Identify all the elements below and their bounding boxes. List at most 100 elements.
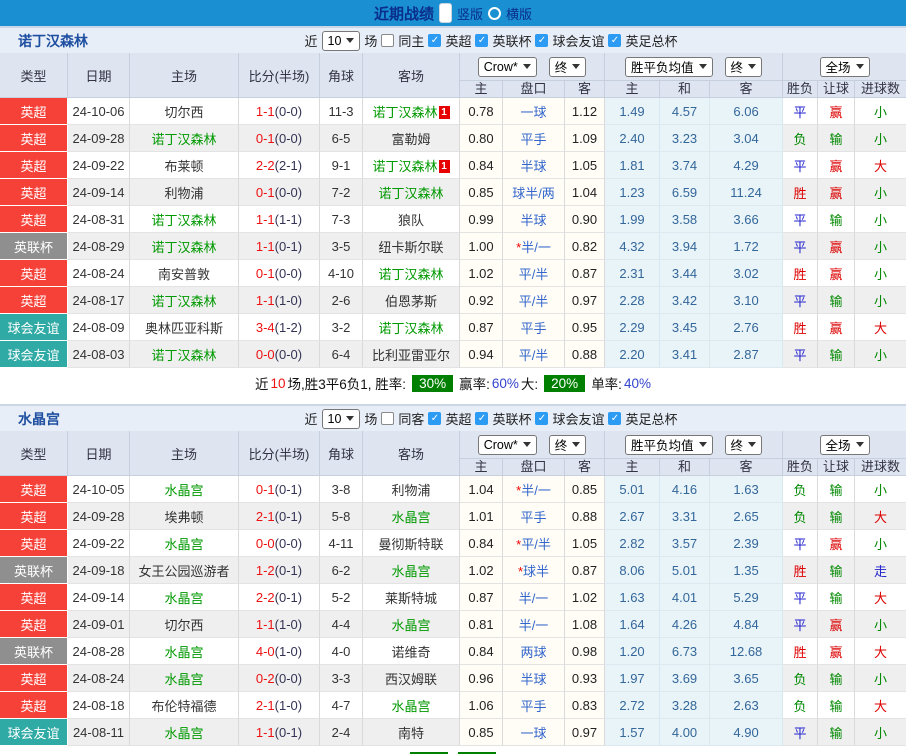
avg-draw-value: 3.58 [660, 206, 711, 233]
avg-select[interactable]: 胜平负均值 [625, 434, 713, 455]
avg-away-value: 12.68 [710, 638, 784, 665]
avg-draw-value: 5.01 [660, 557, 711, 584]
final-select[interactable]: 终 [548, 434, 587, 455]
league-checkbox-1[interactable]: ✓ [428, 412, 442, 425]
odds-home-value: 0.87 [460, 314, 503, 341]
team-name: 诺丁汉森林 [18, 32, 88, 49]
match-date: 24-08-24 [68, 260, 130, 287]
match-type-badge: 英超 [0, 260, 68, 287]
final-select-2-value: 终 [730, 439, 744, 453]
home-team: 诺丁汉森林 [130, 341, 239, 368]
page-title: 近期战绩 [373, 5, 434, 23]
fullmatch-select[interactable]: 全场 [819, 56, 870, 77]
fulltime-score: 2-2 [255, 157, 275, 173]
vertical-radio-label[interactable]: 竖版 [457, 4, 483, 23]
avg-select-value: 胜平负均值 [631, 439, 694, 453]
avg-home-value: 1.63 [605, 584, 661, 611]
odds-away-value: 1.02 [565, 584, 606, 611]
match-type-badge: 英联杯 [0, 233, 68, 260]
league-checkbox-1[interactable]: ✓ [428, 34, 442, 47]
avg-home-value: 1.81 [605, 152, 661, 179]
match-score: 2-1(0-1) [239, 503, 320, 530]
avg-away-value: 3.04 [710, 125, 784, 152]
avg-away-value: 3.66 [710, 206, 784, 233]
odds-home-value: 0.81 [460, 611, 503, 638]
same-venue-checkbox[interactable] [381, 34, 395, 47]
league-checkbox-3[interactable]: ✓ [535, 412, 549, 425]
matches-table: 类型 日期 主场 比分(半场) 角球 客场 Crow* 终胜平负均值终全场主盘口客主和客胜负让… [0, 53, 906, 368]
match-row: 英超 24-08-17 诺丁汉森林 1-1(1-0) 2-6 伯恩茅斯 0.92 平/半 0.9… [0, 287, 906, 314]
league-checkbox-4[interactable]: ✓ [608, 412, 622, 425]
match-row: 球会友谊 24-08-09 奥林匹亚科斯 3-4(1-2) 3-2 诺丁汉森林 0.87 平手… [0, 314, 906, 341]
odds-away-header: 客 [565, 459, 606, 476]
line-text: 球半 [523, 563, 550, 579]
final-select[interactable]: 终 [548, 56, 587, 77]
vertical-radio[interactable] [438, 3, 452, 23]
summary-record: 场,胜3平6负1, 胜率: [287, 377, 407, 392]
match-row: 球会友谊 24-08-03 诺丁汉森林 0-0(0-0) 6-4 比利亚雷亚尔 0.94 平/… [0, 341, 906, 368]
line-text: 两球 [520, 644, 547, 660]
avg-home-value: 2.20 [605, 341, 661, 368]
match-row: 英超 24-09-22 水晶宫 0-0(0-0) 4-11 曼彻斯特联 0.84 *平/半 1.… [0, 530, 906, 557]
crow-select[interactable]: Crow* [477, 56, 537, 77]
section-header: 诺丁汉森林近 10 场同主 ✓ 英超 ✓ 英联杯 ✓ 球会友谊 ✓ 英足总杯 [0, 26, 906, 53]
odds-home-value: 1.02 [460, 557, 503, 584]
matches-label: 场 [364, 412, 378, 427]
result-goals: 大 [855, 314, 906, 341]
final-select-2[interactable]: 终 [724, 56, 763, 77]
home-team: 切尔西 [130, 98, 239, 125]
avg-home-header: 主 [605, 459, 661, 476]
result-goals: 小 [855, 719, 906, 746]
line-text: 球半/两 [512, 185, 555, 201]
final-select-2[interactable]: 终 [724, 434, 763, 455]
result-handicap-header: 让球 [818, 81, 856, 98]
filter-bar: 近 10 场同客 ✓ 英超 ✓ 英联杯 ✓ 球会友谊 ✓ 英足总杯 [304, 408, 678, 429]
horizontal-radio-label[interactable]: 横版 [506, 4, 532, 23]
match-type-badge: 球会友谊 [0, 341, 68, 368]
avg-away-value: 3.10 [710, 287, 784, 314]
crow-select[interactable]: Crow* [477, 434, 537, 455]
result-wdl: 负 [783, 476, 819, 503]
corner-score: 4-11 [320, 530, 363, 557]
result-handicap: 输 [818, 287, 856, 314]
odds-home-value: 0.94 [460, 341, 503, 368]
result-handicap: 输 [818, 584, 856, 611]
same-venue-checkbox[interactable] [381, 412, 395, 425]
odds-line-value: 一球 [503, 98, 565, 125]
crow-select-value: Crow* [483, 437, 518, 452]
league-checkbox-2[interactable]: ✓ [475, 34, 489, 47]
avg-draw-value: 3.74 [660, 152, 711, 179]
away-team: 诺丁汉森林 [363, 260, 460, 287]
result-wdl: 平 [783, 611, 819, 638]
match-type-badge: 英超 [0, 476, 68, 503]
match-date: 24-09-14 [68, 584, 130, 611]
same-venue-label: 同客 [398, 412, 425, 427]
odds-line-value: 平/半 [503, 287, 565, 314]
league-checkbox-2[interactable]: ✓ [475, 412, 489, 425]
match-row: 英超 24-09-28 埃弗顿 2-1(0-1) 5-8 水晶宫 1.01 平手 0.88 2.6… [0, 503, 906, 530]
result-handicap-header: 让球 [818, 459, 856, 476]
halftime-score: (0-1) [274, 724, 303, 740]
avg-home-value: 2.72 [605, 692, 661, 719]
col-home-header: 主场 [130, 53, 239, 98]
fullmatch-select[interactable]: 全场 [819, 434, 870, 455]
away-team: 纽卡斯尔联 [363, 233, 460, 260]
recent-count-select[interactable]: 10 [321, 30, 361, 51]
league-checkbox-4[interactable]: ✓ [608, 34, 622, 47]
league-checkbox-label: 球会友谊 [552, 412, 605, 427]
recent-count-select[interactable]: 10 [321, 408, 361, 429]
result-goals: 大 [855, 638, 906, 665]
result-handicap: 输 [818, 341, 856, 368]
avg-draw-value: 6.73 [660, 638, 711, 665]
horizontal-radio[interactable] [488, 6, 501, 20]
result-goals: 大 [855, 503, 906, 530]
col-date-header: 日期 [68, 53, 130, 98]
match-type-badge: 英超 [0, 503, 68, 530]
avg-away-value: 6.06 [710, 98, 784, 125]
result-handicap: 赢 [818, 530, 856, 557]
line-text: 半/一 [521, 482, 551, 498]
avg-select[interactable]: 胜平负均值 [625, 56, 713, 77]
league-checkbox-3[interactable]: ✓ [535, 34, 549, 47]
corner-score: 4-0 [320, 638, 363, 665]
avg-home-value: 2.67 [605, 503, 661, 530]
